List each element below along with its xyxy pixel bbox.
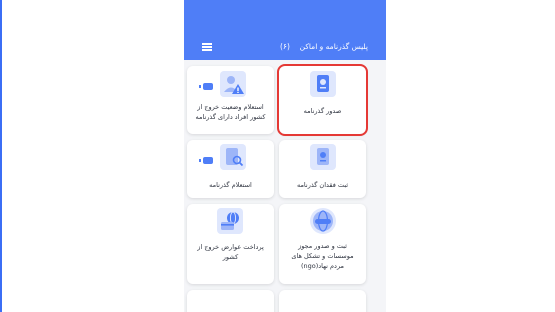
page-title: پلیس گذرنامه و اماکن	[299, 42, 368, 51]
app-header: (۶) پلیس گذرنامه و اماکن	[184, 0, 386, 60]
card-next[interactable]	[187, 290, 274, 312]
globe-handshake-icon	[310, 208, 336, 234]
passport-search-icon	[220, 144, 246, 170]
card-label: استعلام گذرنامه	[209, 181, 252, 189]
card-ngo-license[interactable]: ثبت و صدور مجوز موسسات و تشکل های مردم ن…	[279, 204, 366, 284]
card-label: استعلام وضعیت خروج از کشور افراد دارای گ…	[195, 103, 266, 121]
payment-globe-icon	[217, 208, 243, 234]
user-warning-icon	[220, 71, 246, 97]
service-count: (۶)	[280, 42, 290, 51]
card-exit-fee-payment[interactable]: پرداخت عوارض خروج از کشور	[187, 204, 274, 284]
card-chip-icon	[199, 157, 213, 164]
card-issue-passport[interactable]: صدور گذرنامه	[277, 64, 368, 136]
card-exit-status-inquiry[interactable]: استعلام وضعیت خروج از کشور افراد دارای گ…	[187, 66, 274, 134]
app-screen: (۶) پلیس گذرنامه و اماکن صدور گذرنامه اس…	[184, 0, 386, 312]
window-edge	[0, 0, 2, 312]
card-next[interactable]	[279, 290, 366, 312]
card-label: صدور گذرنامه	[303, 107, 342, 115]
passport-icon	[310, 71, 336, 97]
card-report-passport-loss[interactable]: ثبت فقدان گذرنامه	[279, 140, 366, 198]
card-chip-icon	[199, 83, 213, 90]
card-label: پرداخت عوارض خروج از کشور	[197, 243, 264, 261]
card-label: ثبت فقدان گذرنامه	[296, 181, 349, 189]
passport-loss-icon	[310, 144, 336, 170]
card-label: ثبت و صدور مجوز موسسات و تشکل های مردم ن…	[291, 242, 354, 270]
menu-icon[interactable]	[202, 43, 212, 51]
card-passport-inquiry[interactable]: استعلام گذرنامه	[187, 140, 274, 198]
